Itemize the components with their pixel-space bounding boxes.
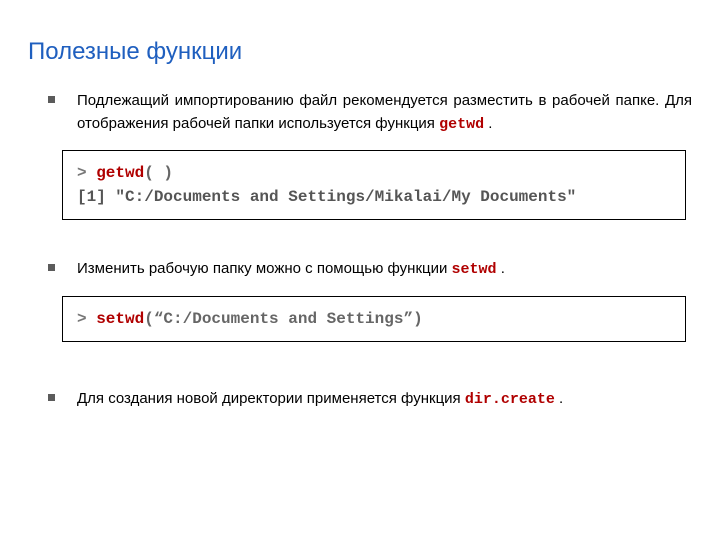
code-block-setwd: > setwd(“C:/Documents and Settings”) — [62, 296, 686, 342]
code-line-1: > getwd( ) — [77, 161, 671, 185]
bullet-3-text: Для создания новой директории применяетс… — [77, 388, 692, 412]
prompt: > — [77, 310, 96, 328]
code-output: [1] "C:/Documents and Settings/Mikalai/M… — [77, 185, 671, 209]
bullet-1-text: Подлежащий импортированию файл рекоменду… — [77, 90, 692, 136]
bullet-1: Подлежащий импортированию файл рекоменду… — [48, 90, 692, 136]
code-line-1: > setwd(“C:/Documents and Settings”) — [77, 307, 671, 331]
code-fn: getwd — [96, 164, 144, 182]
code-fn: setwd — [96, 310, 144, 328]
code-args: (“C:/Documents and Settings”) — [144, 310, 422, 328]
bullet-2-post: . — [497, 260, 505, 277]
bullet-3-fn: dir.create — [465, 391, 555, 408]
bullet-3: Для создания новой директории применяетс… — [48, 388, 692, 412]
bullet-2-text: Изменить рабочую папку можно с помощью ф… — [77, 258, 692, 282]
page-title: Полезные функции — [28, 38, 692, 66]
bullet-icon — [48, 96, 55, 103]
code-args: ( ) — [144, 164, 173, 182]
code-block-getwd: > getwd( ) [1] "C:/Documents and Setting… — [62, 150, 686, 220]
bullet-icon — [48, 394, 55, 401]
bullet-3-post: . — [555, 390, 563, 407]
bullet-1-post: . — [484, 115, 492, 132]
bullet-1-pre: Подлежащий импортированию файл рекоменду… — [77, 92, 692, 132]
bullet-icon — [48, 264, 55, 271]
bullet-3-pre: Для создания новой директории применяетс… — [77, 390, 465, 407]
bullet-2-pre: Изменить рабочую папку можно с помощью ф… — [77, 260, 452, 277]
prompt: > — [77, 164, 96, 182]
bullet-1-fn: getwd — [439, 116, 484, 133]
bullet-2-fn: setwd — [452, 261, 497, 278]
bullet-2: Изменить рабочую папку можно с помощью ф… — [48, 258, 692, 282]
